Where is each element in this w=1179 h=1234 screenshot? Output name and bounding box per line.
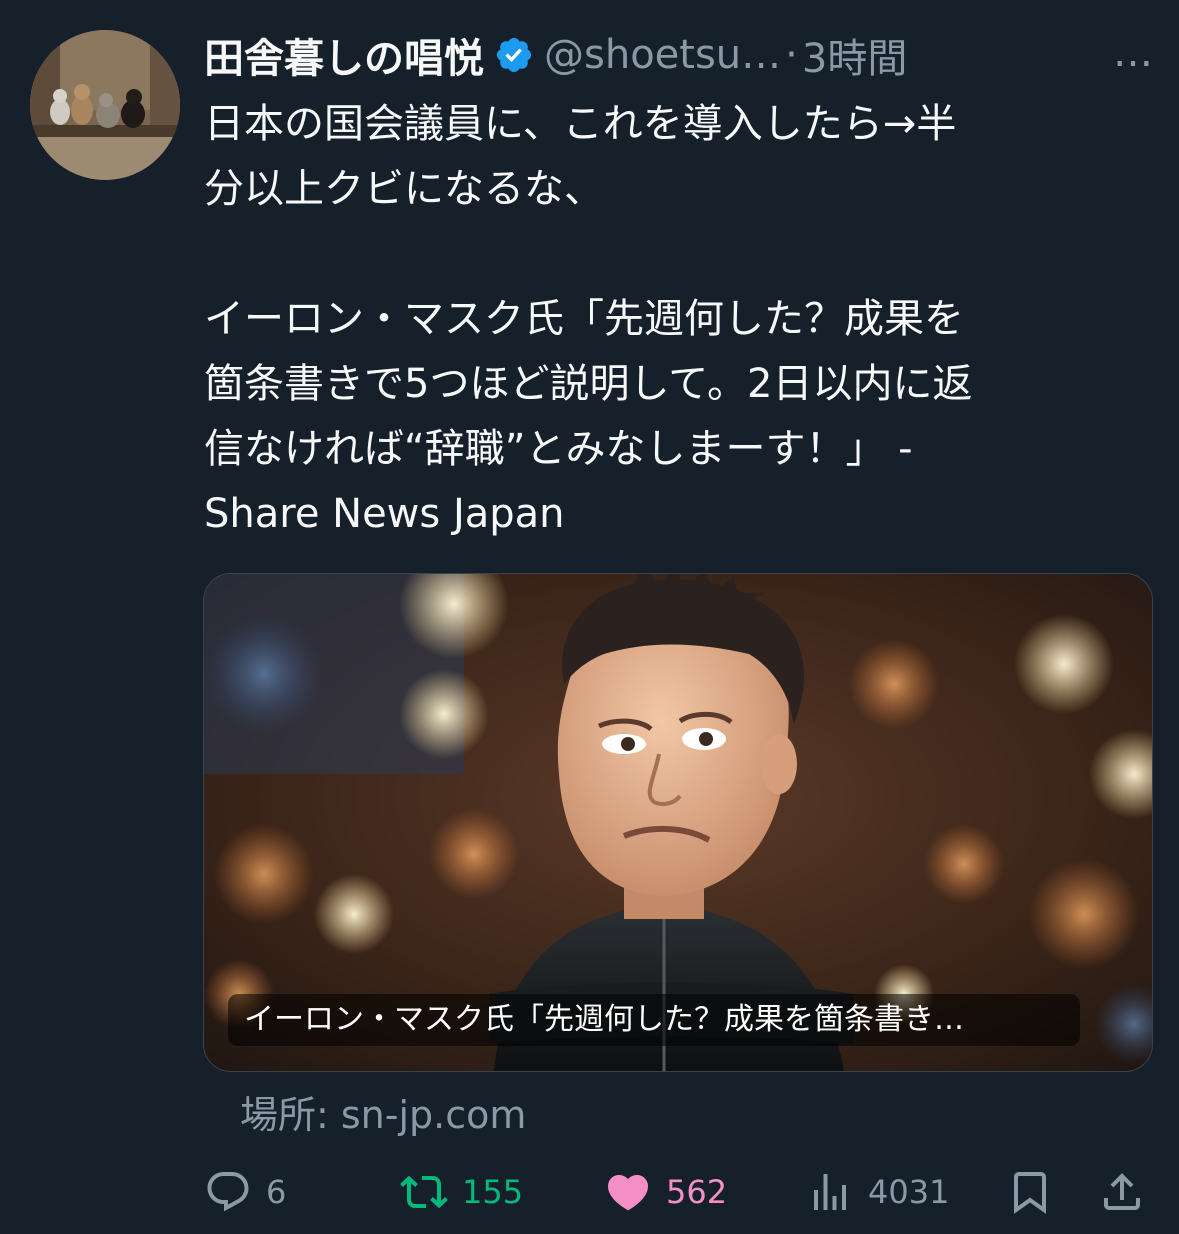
avatar[interactable] bbox=[30, 30, 180, 180]
views-button[interactable]: 4031 bbox=[806, 1162, 949, 1222]
views-icon bbox=[814, 1174, 846, 1210]
views-count: 4031 bbox=[868, 1173, 950, 1211]
verified-badge-icon[interactable] bbox=[494, 35, 534, 75]
card-source[interactable]: 場所: sn-jp.com bbox=[240, 1084, 526, 1139]
tweet-text: 日本の国会議員に、これを導入したら→半 分以上クビになるな、 イーロン・マスク氏… bbox=[204, 101, 973, 537]
reply-count: 6 bbox=[266, 1173, 287, 1211]
like-button[interactable]: 562 bbox=[604, 1162, 727, 1222]
bookmark-icon bbox=[1014, 1172, 1046, 1214]
more-icon[interactable]: … bbox=[1113, 30, 1154, 76]
like-count: 562 bbox=[666, 1173, 728, 1211]
retweet-icon bbox=[400, 1175, 448, 1209]
bookmark-button[interactable] bbox=[1006, 1168, 1054, 1216]
like-icon bbox=[607, 1175, 649, 1211]
reply-icon bbox=[207, 1172, 249, 1212]
tweet-timestamp[interactable]: 3時間 bbox=[802, 26, 907, 84]
retweet-count: 155 bbox=[462, 1173, 524, 1211]
reply-button[interactable]: 6 bbox=[204, 1162, 286, 1222]
action-bar: 6 155 562 4031 bbox=[200, 1162, 1160, 1222]
tweet-header: 田舎暮しの唱悦 @shoetsu… · 3時間 … bbox=[204, 26, 1154, 84]
user-handle[interactable]: @shoetsu… bbox=[544, 32, 781, 78]
share-button[interactable] bbox=[1098, 1168, 1146, 1216]
display-name[interactable]: 田舎暮しの唱悦 bbox=[204, 26, 484, 84]
share-icon bbox=[1104, 1173, 1140, 1210]
cats-avatar-image bbox=[30, 30, 180, 180]
separator-dot: · bbox=[785, 32, 798, 78]
card-caption: イーロン・マスク氏「先週何した？成果を箇条書き… bbox=[228, 994, 1080, 1046]
link-card[interactable]: イーロン・マスク氏「先週何した？成果を箇条書き… bbox=[203, 573, 1153, 1072]
retweet-button[interactable]: 155 bbox=[400, 1162, 523, 1222]
